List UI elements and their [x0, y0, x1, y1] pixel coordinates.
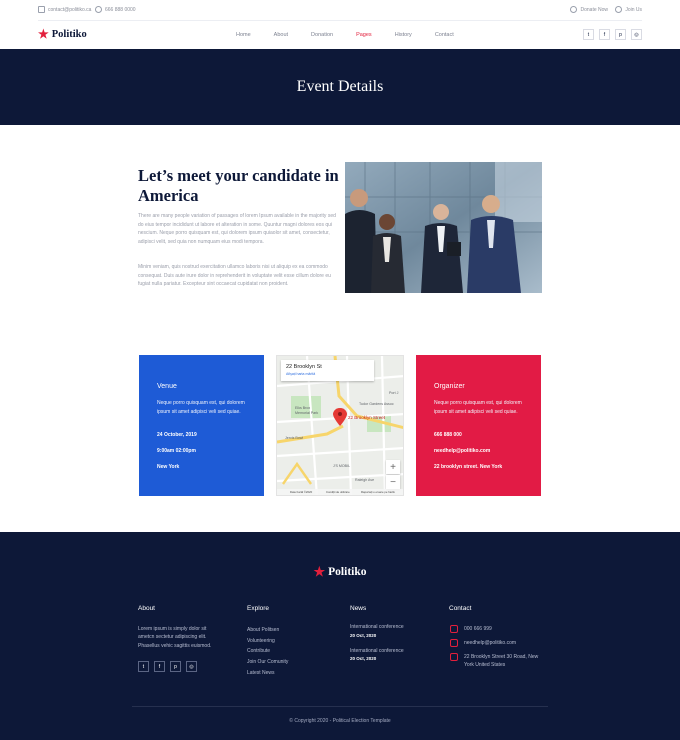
- news-item-title[interactable]: International conference: [350, 624, 404, 630]
- pinterest-icon[interactable]: p: [170, 661, 181, 672]
- venue-title: Venue: [157, 383, 177, 390]
- footer-link[interactable]: Join Our Comunity: [247, 659, 288, 665]
- footer-news-title: News: [350, 605, 367, 612]
- main-nav: ★ Politiko Home About Donation Pages His…: [0, 21, 680, 49]
- nav-item-home[interactable]: Home: [236, 32, 251, 38]
- venue-time: 9:00am 02:00pm: [157, 448, 196, 454]
- nav-item-contact[interactable]: Contact: [435, 32, 454, 38]
- map-label: Port J: [389, 391, 399, 395]
- news-item-date: 20 Oct, 2020: [350, 633, 377, 638]
- organizer-phone[interactable]: 666 888 000: [434, 432, 462, 438]
- zoom-out-button[interactable]: −: [386, 475, 400, 489]
- map-label: Raleigh Ave: [355, 478, 375, 482]
- copyright: © Copyright 2020 - Political Election Te…: [289, 718, 391, 724]
- map-label: J'S MOBIL: [333, 464, 351, 468]
- top-email[interactable]: contact@politiko.ca: [38, 6, 91, 13]
- intro-paragraph-1: There are many people variation of passa…: [138, 213, 336, 245]
- star-icon: ★: [313, 564, 326, 579]
- star-icon: ★: [38, 27, 49, 41]
- instagram-icon[interactable]: ◎: [631, 29, 642, 40]
- twitter-icon[interactable]: t: [583, 29, 594, 40]
- twitter-icon[interactable]: t: [138, 661, 149, 672]
- map-label: Tudor Gardens Assoc: [359, 402, 394, 406]
- news-item-title[interactable]: International conference: [350, 648, 404, 654]
- map-pin-label: 22 Brooklyn Street: [348, 415, 386, 420]
- footer-link[interactable]: Contribute: [247, 648, 270, 654]
- footer-link[interactable]: Latest News: [247, 670, 275, 676]
- organizer-title: Organizer: [434, 383, 465, 390]
- venue-description: Neque porro quisquam est, qui dolorem ip…: [157, 400, 245, 415]
- mail-icon: [38, 6, 45, 13]
- user-icon: [615, 6, 623, 13]
- nav-item-about[interactable]: About: [274, 32, 288, 38]
- footer-contact-title: Contact: [449, 605, 472, 612]
- organizer-email[interactable]: needhelp@politiko.com: [434, 448, 490, 454]
- organizer-address: 22 brooklyn street. New York: [434, 464, 503, 470]
- candidate-meeting-photo: [345, 162, 542, 293]
- map-data-credit: Date hartă ©2020: [290, 490, 313, 494]
- map-terms-link[interactable]: Condiții de utilizare: [326, 490, 350, 494]
- facebook-icon[interactable]: f: [599, 29, 610, 40]
- news-item-date: 20 Oct, 2020: [350, 656, 377, 661]
- footer-about-title: About: [138, 605, 155, 612]
- pinterest-icon[interactable]: p: [615, 29, 626, 40]
- footer-divider: [132, 706, 548, 707]
- phone-icon: [450, 625, 458, 633]
- venue-place: New York: [157, 464, 180, 470]
- instagram-icon[interactable]: ◎: [186, 661, 197, 672]
- social-links-top: t f p ◎: [583, 29, 642, 40]
- intro-paragraph-2: Minim veniam, quis nostrud exercitation …: [138, 264, 331, 288]
- intro-title: Let’s meet your candidate in America: [138, 166, 339, 205]
- map-address-card: 22 Brooklyn St Afişați harta mărită: [281, 360, 374, 381]
- event-map[interactable]: 22 Brooklyn St Afişați harta mărită Port…: [276, 355, 404, 496]
- footer-phone[interactable]: 000 666 999: [464, 626, 492, 632]
- phone-icon: [95, 6, 102, 13]
- map-report-link[interactable]: Raportați o eroare pe hartă: [361, 490, 395, 494]
- logo[interactable]: ★ Politiko: [38, 28, 87, 40]
- zoom-in-button[interactable]: +: [386, 460, 400, 474]
- nav-item-pages[interactable]: Pages: [356, 32, 372, 38]
- venue-card: Venue Neque porro quisquam est, qui dolo…: [139, 355, 264, 496]
- footer-address: 22 Brooklyn Street 30 Road, New York Uni…: [464, 654, 539, 669]
- venue-date: 24 October, 2019: [157, 432, 197, 438]
- map-label: Elks Brox Memorial Park: [295, 406, 319, 415]
- nav-menu: Home About Donation Pages History Contac…: [236, 32, 477, 38]
- footer-email[interactable]: needhelp@politiko.com: [464, 640, 516, 646]
- map-address: 22 Brooklyn St: [286, 364, 322, 370]
- top-bar: contact@politiko.ca 666 888 0000 Donate …: [0, 0, 680, 21]
- nav-item-donation[interactable]: Donation: [311, 32, 333, 38]
- map-footer: Date hartă ©2020 Condiții de utilizare R…: [277, 489, 403, 495]
- mail-icon: [450, 639, 458, 647]
- footer-logo[interactable]: ★ Politiko: [0, 564, 680, 580]
- footer-explore-title: Explore: [247, 605, 270, 612]
- facebook-icon[interactable]: f: [154, 661, 165, 672]
- footer-link[interactable]: Volunteering: [247, 638, 275, 644]
- join-link[interactable]: Join Us: [615, 6, 642, 13]
- map-label: Jervis Bowl: [285, 436, 304, 440]
- donate-link[interactable]: Donate Now: [570, 6, 608, 13]
- donate-icon: [570, 6, 578, 13]
- location-icon: [450, 653, 458, 661]
- organizer-card: Organizer Neque porro quisquam est, qui …: [416, 355, 541, 496]
- footer-about-text: Lorem ipsum is simply dolor sit ametcn s…: [138, 626, 212, 649]
- map-enlarge-link[interactable]: Afişați harta mărită: [286, 372, 315, 376]
- page-hero: Event Details: [0, 49, 680, 125]
- nav-item-history[interactable]: History: [395, 32, 412, 38]
- top-phone[interactable]: 666 888 0000: [95, 6, 136, 13]
- organizer-description: Neque porro quisquam est, qui dolorem ip…: [434, 400, 522, 415]
- footer-link[interactable]: About Politsen: [247, 627, 279, 633]
- page-title: Event Details: [296, 78, 384, 95]
- site-footer: ★ Politiko About Lorem ipsum is simply d…: [0, 532, 680, 740]
